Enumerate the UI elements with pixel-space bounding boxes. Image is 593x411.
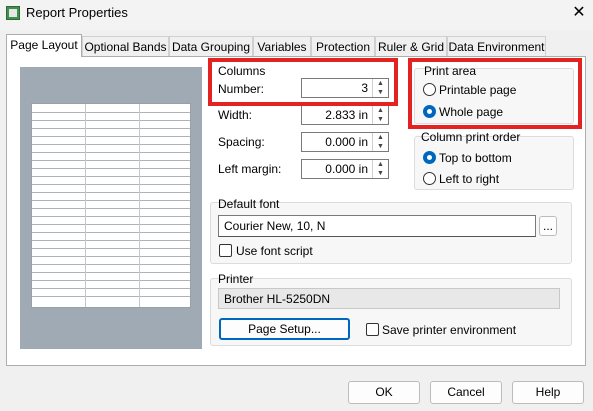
spacing-label: Spacing:: [218, 135, 265, 149]
preview-line: [32, 248, 190, 249]
preview-line: [32, 296, 190, 297]
spin-down-icon[interactable]: ▼: [373, 88, 388, 97]
preview-line: [32, 224, 190, 225]
width-label: Width:: [218, 108, 253, 122]
preview-line: [32, 136, 190, 137]
preview-line: [32, 280, 190, 281]
page-setup-button[interactable]: Page Setup...: [219, 318, 350, 340]
preview-line: [32, 200, 190, 201]
preview-line: [32, 128, 190, 129]
save-printer-environment-checkbox[interactable]: [366, 323, 379, 336]
preview-line: [32, 168, 190, 169]
default-font-field[interactable]: Courier New, 10, N: [218, 215, 536, 237]
title-bar: Report Properties ✕: [0, 0, 593, 30]
printable-page-radio[interactable]: [423, 83, 436, 96]
cancel-button[interactable]: Cancel: [430, 381, 502, 404]
preview-line: [32, 192, 190, 193]
preview-line: [32, 144, 190, 145]
preview-line: [32, 256, 190, 257]
spin-up-icon[interactable]: ▲: [373, 133, 388, 142]
preview-line: [32, 112, 190, 113]
preview-line: [32, 264, 190, 265]
top-to-bottom-label[interactable]: Top to bottom: [439, 151, 512, 165]
number-label: Number:: [218, 82, 265, 96]
preview-column-divider: [85, 104, 86, 307]
preview-sheet: [31, 103, 191, 308]
left-margin-label: Left margin:: [218, 162, 282, 176]
tab-data-grouping[interactable]: Data Grouping: [169, 36, 253, 56]
tab-ruler-grid[interactable]: Ruler & Grid: [375, 36, 447, 56]
left-margin-stepper[interactable]: 0.000 in ▲ ▼: [301, 159, 389, 179]
preview-line: [32, 240, 190, 241]
save-printer-environment-label[interactable]: Save printer environment: [382, 323, 516, 337]
preview-line: [32, 232, 190, 233]
preview-line: [32, 160, 190, 161]
left-to-right-radio[interactable]: [423, 172, 436, 185]
close-icon[interactable]: ✕: [567, 2, 591, 24]
whole-page-radio[interactable]: [423, 105, 436, 118]
use-font-script-checkbox[interactable]: [219, 244, 232, 257]
preview-line: [32, 176, 190, 177]
print-area-label: Print area: [424, 64, 477, 78]
tab-optional-bands[interactable]: Optional Bands: [82, 36, 169, 56]
printer-label: Printer: [218, 272, 254, 286]
preview-line: [32, 272, 190, 273]
font-browse-button[interactable]: ...: [539, 216, 557, 236]
printer-name-field: Brother HL-5250DN: [218, 288, 560, 309]
column-print-order-label: Column print order: [421, 130, 521, 144]
spin-up-icon[interactable]: ▲: [373, 106, 388, 115]
printable-page-label[interactable]: Printable page: [439, 83, 516, 97]
ok-button[interactable]: OK: [348, 381, 420, 404]
whole-page-label[interactable]: Whole page: [439, 105, 503, 119]
spin-up-icon[interactable]: ▲: [373, 79, 388, 88]
number-stepper[interactable]: 3 ▲ ▼: [301, 78, 389, 98]
top-to-bottom-radio[interactable]: [423, 151, 436, 164]
width-stepper[interactable]: 2.833 in ▲ ▼: [301, 105, 389, 125]
report-icon: [6, 6, 20, 20]
use-font-script-label[interactable]: Use font script: [236, 244, 313, 258]
window-title: Report Properties: [26, 5, 128, 20]
preview-line: [32, 152, 190, 153]
preview-line: [32, 208, 190, 209]
spin-up-icon[interactable]: ▲: [373, 160, 388, 169]
spacing-value: 0.000 in: [325, 135, 368, 149]
left-to-right-label[interactable]: Left to right: [439, 172, 499, 186]
width-value: 2.833 in: [325, 108, 368, 122]
tab-page-layout[interactable]: Page Layout: [6, 34, 82, 57]
tab-variables[interactable]: Variables: [253, 36, 311, 56]
preview-line: [32, 120, 190, 121]
tab-data-environment[interactable]: Data Environment: [447, 36, 546, 56]
spin-down-icon[interactable]: ▼: [373, 169, 388, 178]
preview-line: [32, 216, 190, 217]
spacing-stepper[interactable]: 0.000 in ▲ ▼: [301, 132, 389, 152]
spin-down-icon[interactable]: ▼: [373, 115, 388, 124]
left-margin-value: 0.000 in: [325, 162, 368, 176]
help-button[interactable]: Help: [512, 381, 584, 404]
spin-down-icon[interactable]: ▼: [373, 142, 388, 151]
preview-line: [32, 288, 190, 289]
preview-column-divider: [139, 104, 140, 307]
default-font-label: Default font: [218, 197, 280, 211]
number-value: 3: [361, 81, 368, 95]
tab-protection[interactable]: Protection: [311, 36, 375, 56]
columns-group-label: Columns: [218, 64, 266, 78]
preview-line: [32, 184, 190, 185]
